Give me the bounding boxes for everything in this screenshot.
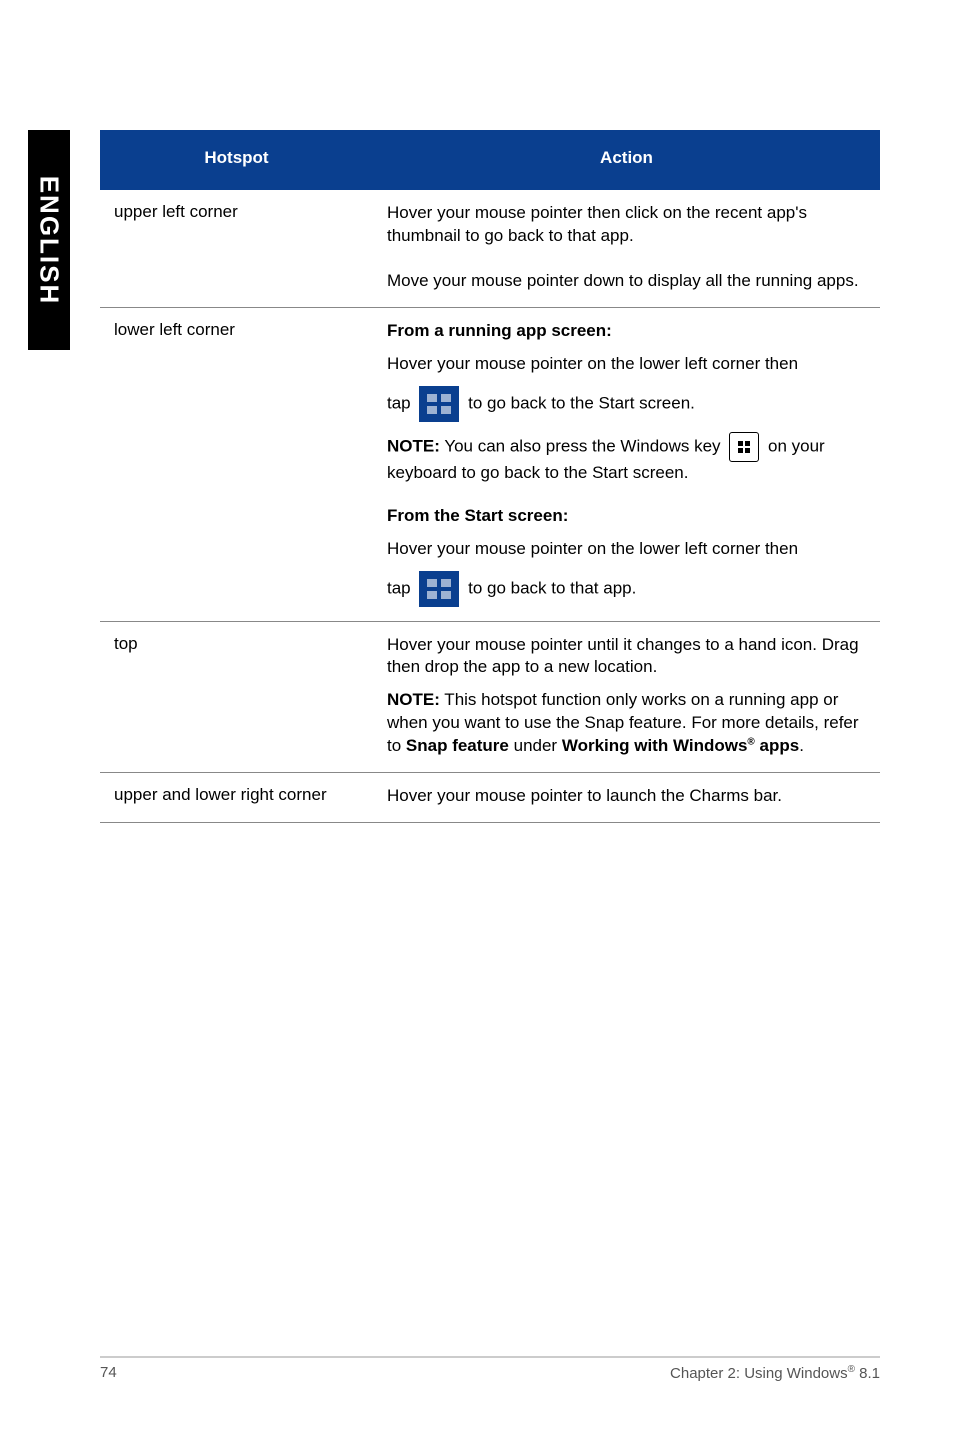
action-text: tap to go back to that app. (387, 571, 870, 607)
hotspot-cell: lower left corner (100, 307, 373, 621)
note-label: NOTE: (387, 690, 440, 709)
chapter-sup: ® (848, 1364, 855, 1375)
action-cell: Hover your mouse pointer until it change… (373, 621, 880, 773)
hotspot-action-table: Hotspot Action upper left corner Hover y… (100, 130, 880, 823)
note-text: . (799, 736, 804, 755)
page-content: Hotspot Action upper left corner Hover y… (100, 130, 880, 823)
note-label: NOTE: (387, 436, 440, 455)
chapter-text: Chapter 2: Using Windows (670, 1365, 848, 1382)
tap-suffix: to go back to the Start screen. (468, 393, 695, 412)
action-text: Hover your mouse pointer until it change… (387, 634, 870, 680)
bold-text: Snap feature (406, 736, 509, 755)
hotspot-cell: upper left corner (100, 190, 373, 262)
action-text: tap to go back to the Start screen. (387, 386, 870, 422)
chapter-text: 8.1 (855, 1365, 880, 1382)
table-row: top Hover your mouse pointer until it ch… (100, 621, 880, 773)
action-note: NOTE: This hotspot function only works o… (387, 689, 870, 758)
action-cell: From a running app screen: Hover your mo… (373, 307, 880, 621)
action-cell: Hover your mouse pointer to launch the C… (373, 773, 880, 823)
tap-prefix: tap (387, 393, 415, 412)
action-text: Move your mouse pointer down to display … (387, 270, 870, 293)
language-tab-label: ENGLISH (34, 175, 65, 305)
action-heading: From the Start screen: (387, 505, 870, 528)
col-header-hotspot: Hotspot (100, 130, 373, 190)
action-text: Hover your mouse pointer on the lower le… (387, 538, 870, 561)
windows-key-icon (729, 432, 759, 462)
action-heading: From a running app screen: (387, 320, 870, 343)
start-tile-icon (419, 571, 459, 607)
note-text: You can also press the Windows key (444, 436, 725, 455)
table-row: upper and lower right corner Hover your … (100, 773, 880, 823)
chapter-label: Chapter 2: Using Windows® 8.1 (670, 1364, 880, 1382)
note-text: under (509, 736, 562, 755)
table-row: upper left corner Hover your mouse point… (100, 190, 880, 262)
action-text: Hover your mouse pointer then click on t… (387, 202, 870, 248)
language-tab: ENGLISH (28, 130, 70, 350)
sup-text: ® (747, 737, 754, 748)
tap-suffix: to go back to that app. (468, 578, 636, 597)
action-note: NOTE: You can also press the Windows key… (387, 432, 870, 485)
action-cell: Move your mouse pointer down to display … (373, 262, 880, 307)
table-row: lower left corner From a running app scr… (100, 307, 880, 621)
hotspot-cell-empty (100, 262, 373, 307)
start-tile-icon (419, 386, 459, 422)
col-header-action: Action (373, 130, 880, 190)
action-text: Hover your mouse pointer to launch the C… (387, 785, 870, 808)
hotspot-cell: top (100, 621, 373, 773)
action-text: Hover your mouse pointer on the lower le… (387, 353, 870, 376)
table-row: Move your mouse pointer down to display … (100, 262, 880, 307)
page-footer: 74 Chapter 2: Using Windows® 8.1 (100, 1356, 880, 1382)
bold-text: Working with Windows (562, 736, 748, 755)
page-number: 74 (100, 1364, 117, 1382)
hotspot-cell: upper and lower right corner (100, 773, 373, 823)
action-cell: Hover your mouse pointer then click on t… (373, 190, 880, 262)
tap-prefix: tap (387, 578, 415, 597)
bold-text: apps (755, 736, 799, 755)
